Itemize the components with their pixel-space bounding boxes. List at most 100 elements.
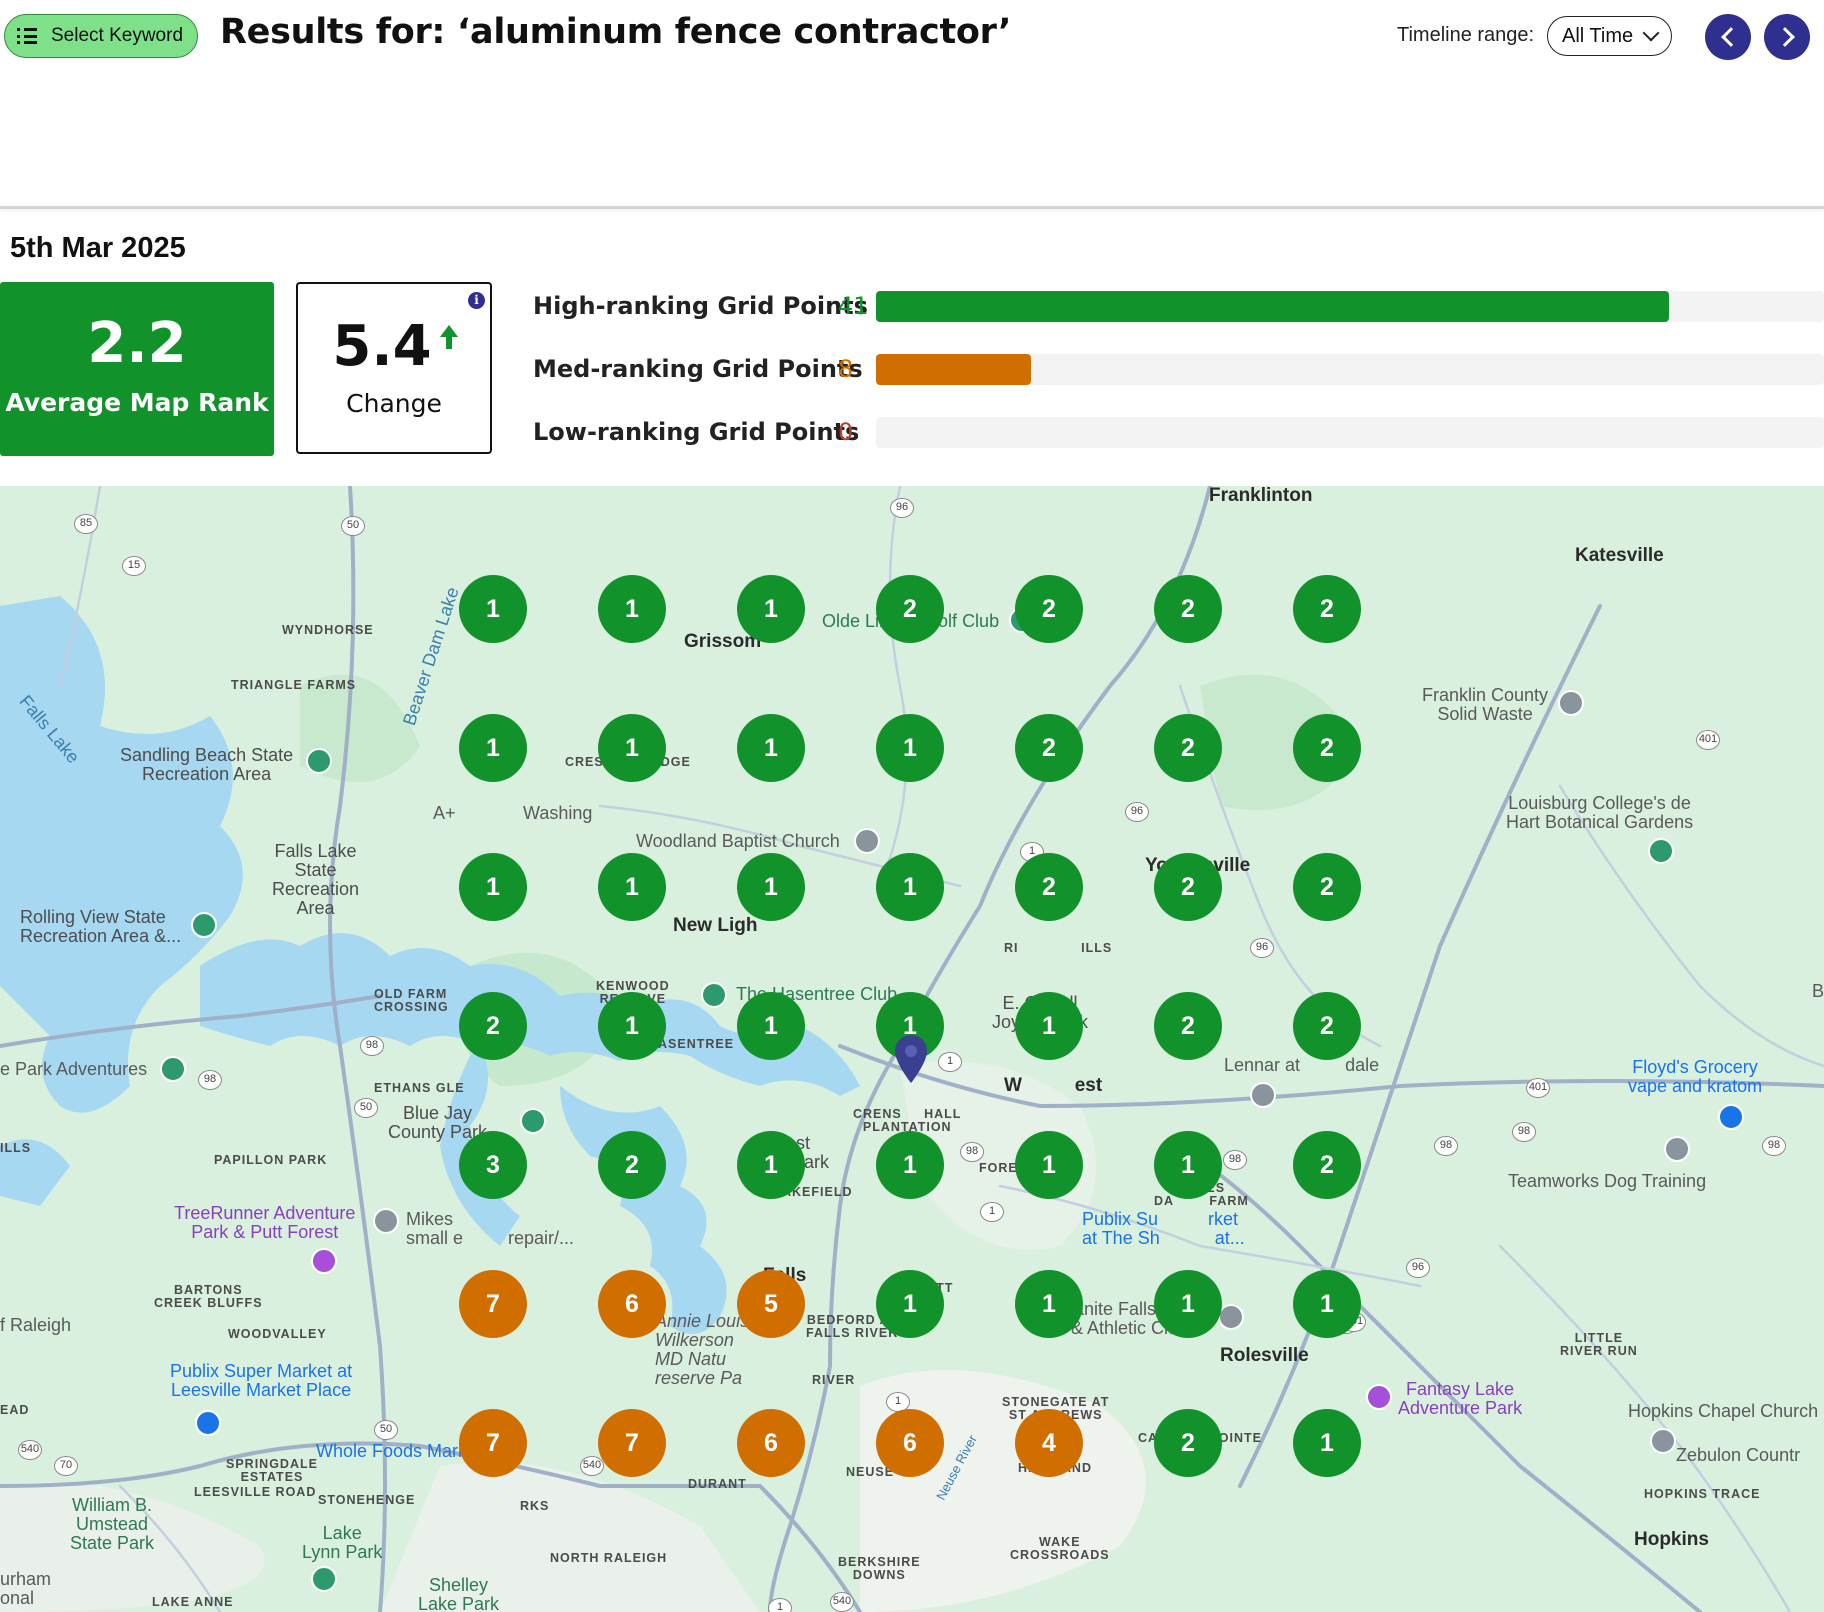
- previous-button[interactable]: [1705, 14, 1751, 60]
- place-katesville: Katesville: [1575, 545, 1664, 566]
- grid-point[interactable]: 1: [459, 853, 527, 921]
- grid-point[interactable]: 2: [1293, 853, 1361, 921]
- park-icon: [160, 1056, 186, 1082]
- grid-point[interactable]: 1: [1015, 992, 1083, 1060]
- grid-point[interactable]: 1: [737, 992, 805, 1060]
- chevron-right-icon: [1774, 27, 1795, 47]
- header-bar: Select Keyword Results for: ‘aluminum fe…: [0, 0, 1824, 209]
- grid-point[interactable]: 2: [1154, 714, 1222, 782]
- place-lake-lynn: Lake Lynn Park: [302, 1523, 383, 1562]
- grid-point[interactable]: 1: [1293, 1270, 1361, 1338]
- road-shield: 401: [1696, 730, 1720, 750]
- grid-point[interactable]: 1: [1154, 1270, 1222, 1338]
- info-icon[interactable]: i: [468, 292, 485, 309]
- high-ranking-label: High-ranking Grid Points: [533, 292, 868, 320]
- place-publix-leesville: Publix Super Market at Leesville Market …: [170, 1361, 353, 1400]
- grid-point[interactable]: 1: [598, 575, 666, 643]
- business-location-marker[interactable]: [894, 1034, 928, 1084]
- grid-point[interactable]: 2: [1293, 992, 1361, 1060]
- place-mikes: Mikes small e repair/...: [406, 1209, 575, 1248]
- grid-point[interactable]: 2: [1015, 714, 1083, 782]
- grid-point[interactable]: 3: [459, 1131, 527, 1199]
- grid-point[interactable]: 5: [737, 1270, 805, 1338]
- grid-point[interactable]: 1: [459, 575, 527, 643]
- low-ranking-count: 0: [838, 418, 854, 446]
- place-franklin-county: Franklin County Solid Waste: [1422, 685, 1549, 724]
- place-falls-lake-sra: Falls Lake State Recreation Area: [272, 841, 360, 918]
- place-springdale: SPRINGDALE ESTATES: [226, 1457, 318, 1485]
- grid-point[interactable]: 7: [459, 1409, 527, 1477]
- place-ead: EAD: [0, 1403, 30, 1417]
- grid-point[interactable]: 1: [598, 714, 666, 782]
- grid-point[interactable]: 1: [737, 853, 805, 921]
- grid-point[interactable]: 2: [876, 575, 944, 643]
- grid-point[interactable]: 1: [876, 1131, 944, 1199]
- grid-point[interactable]: 2: [1015, 575, 1083, 643]
- road-shield: 98: [960, 1142, 984, 1162]
- grid-point[interactable]: 2: [1293, 1131, 1361, 1199]
- grid-point[interactable]: 6: [876, 1409, 944, 1477]
- road-shield: 401: [1526, 1078, 1550, 1098]
- place-floyds-grocery: Floyd's Grocery vape and kratom: [1628, 1057, 1763, 1096]
- timeline-range-label: Timeline range:: [1397, 24, 1535, 46]
- grid-point[interactable]: 2: [1154, 575, 1222, 643]
- timeline-range-select[interactable]: All Time: [1547, 16, 1672, 56]
- place-lennar: Lennar at dale: [1224, 1055, 1380, 1075]
- place-woodland-baptist-church: Woodland Baptist Church: [636, 831, 840, 851]
- grid-point[interactable]: 1: [459, 714, 527, 782]
- grid-point[interactable]: 2: [598, 1131, 666, 1199]
- pin-icon: [1218, 1304, 1244, 1330]
- grid-point[interactable]: 2: [1154, 992, 1222, 1060]
- grid-point[interactable]: 1: [737, 714, 805, 782]
- road-shield: 98: [1762, 1136, 1786, 1156]
- place-north-raleigh: NORTH RALEIGH: [550, 1551, 668, 1565]
- road-shield: 96: [890, 498, 914, 518]
- next-button[interactable]: [1764, 14, 1810, 60]
- grid-point[interactable]: 1: [876, 714, 944, 782]
- grid-point[interactable]: 1: [1015, 1131, 1083, 1199]
- place-treerunner: TreeRunner Adventure Park & Putt Forest: [174, 1203, 356, 1242]
- place-papillon-park: PAPILLON PARK: [214, 1153, 328, 1167]
- grid-point[interactable]: 1: [598, 853, 666, 921]
- rank-grid-map[interactable]: Franklinton Katesville Grissom Olde Libe…: [0, 486, 1824, 1612]
- grid-point[interactable]: 1: [737, 575, 805, 643]
- grid-point[interactable]: 2: [1015, 853, 1083, 921]
- grid-point[interactable]: 6: [737, 1409, 805, 1477]
- road-shield: 70: [54, 1456, 78, 1476]
- select-keyword-button[interactable]: Select Keyword: [4, 14, 198, 58]
- grid-point[interactable]: 2: [459, 992, 527, 1060]
- place-new-light: New Ligh: [673, 915, 758, 936]
- grid-point[interactable]: 1: [876, 853, 944, 921]
- grid-point[interactable]: 6: [598, 1270, 666, 1338]
- grid-point[interactable]: 2: [1293, 575, 1361, 643]
- road-shield: 15: [122, 556, 146, 576]
- road-shield: 85: [74, 514, 98, 534]
- place-ills: ILLS: [0, 1141, 32, 1155]
- road-shield: 1: [980, 1202, 1004, 1222]
- low-ranking-row: Low-ranking Grid Points 0: [533, 416, 1824, 450]
- road-shield: 540: [580, 1456, 604, 1476]
- grid-point[interactable]: 1: [1293, 1409, 1361, 1477]
- report-date: 5th Mar 2025: [10, 232, 186, 264]
- grid-point[interactable]: 2: [1293, 714, 1361, 782]
- shopping-icon: [195, 1410, 221, 1436]
- low-ranking-label: Low-ranking Grid Points: [533, 418, 860, 446]
- grid-point[interactable]: 1: [1154, 1131, 1222, 1199]
- road-shield: 1: [768, 1598, 792, 1612]
- grid-point[interactable]: 4: [1015, 1409, 1083, 1477]
- place-lake-anne: LAKE ANNE: [152, 1595, 234, 1609]
- place-berkshire: BERKSHIRE DOWNS: [838, 1555, 921, 1583]
- grid-point[interactable]: 1: [598, 992, 666, 1060]
- grid-point[interactable]: 2: [1154, 1409, 1222, 1477]
- grid-point[interactable]: 2: [1154, 853, 1222, 921]
- grid-point[interactable]: 7: [459, 1270, 527, 1338]
- grid-point[interactable]: 1: [876, 1270, 944, 1338]
- road-shield: 540: [18, 1440, 42, 1460]
- med-ranking-count: 8: [838, 355, 854, 383]
- park-icon: [520, 1108, 546, 1134]
- grid-point[interactable]: 1: [737, 1131, 805, 1199]
- grid-point[interactable]: 7: [598, 1409, 666, 1477]
- place-of-raleigh: f Raleigh: [0, 1315, 72, 1335]
- grid-point[interactable]: 1: [1015, 1270, 1083, 1338]
- place-zebulon: Zebulon Countr: [1676, 1445, 1801, 1465]
